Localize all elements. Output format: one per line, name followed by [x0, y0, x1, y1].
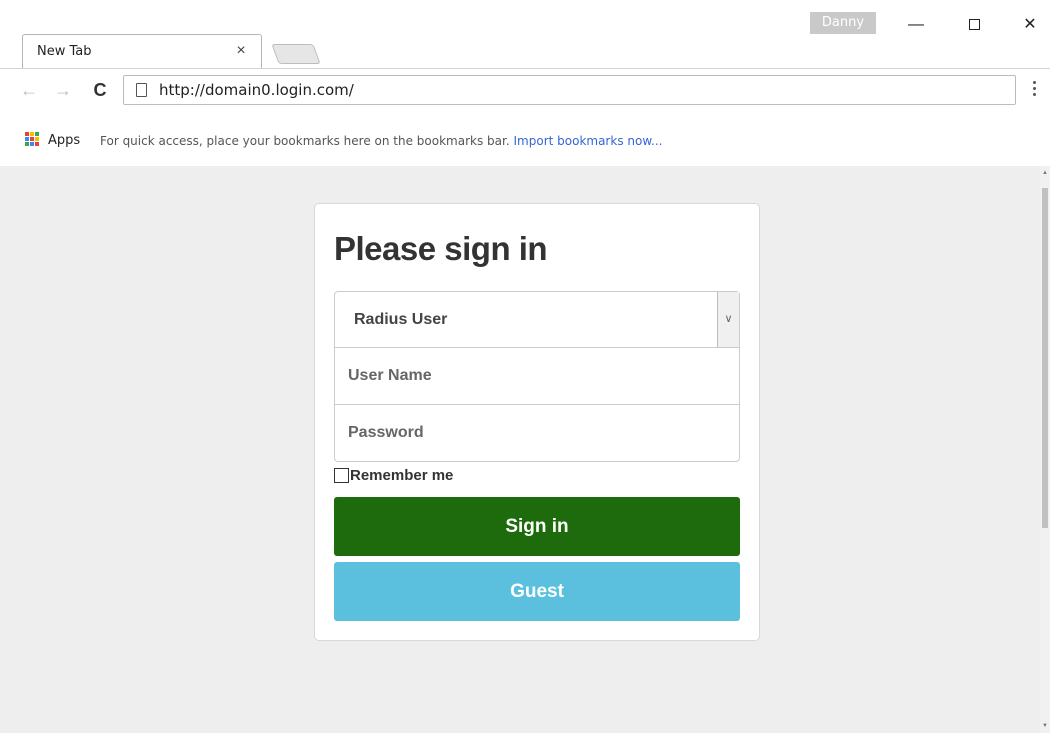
remember-me-checkbox[interactable] [334, 468, 349, 483]
remember-me[interactable]: Remember me [334, 467, 453, 484]
minimize-button[interactable]: — [896, 10, 936, 40]
maximize-icon [968, 19, 980, 31]
tab-close-icon[interactable]: × [233, 41, 249, 61]
account-type-select[interactable]: Radius User ∨ [334, 291, 740, 348]
remember-me-label: Remember me [350, 467, 454, 484]
login-form: Radius User ∨ [334, 291, 740, 462]
sign-in-button[interactable]: Sign in [334, 497, 740, 556]
menu-icon[interactable] [1032, 81, 1038, 101]
scroll-down-icon[interactable]: ▼ [1042, 723, 1048, 729]
guest-button[interactable]: Guest [334, 562, 740, 621]
url-text: http://domain0.login.com/ [159, 81, 354, 99]
bookmarks-hint: For quick access, place your bookmarks h… [100, 134, 663, 148]
vertical-scrollbar[interactable]: ▲ ▼ [1040, 166, 1050, 733]
tab-title: New Tab [37, 44, 92, 59]
username-input[interactable] [334, 348, 740, 405]
password-input[interactable] [334, 405, 740, 462]
browser-toolbar: ← → C http://domain0.login.com/ [0, 68, 1050, 114]
bookmarks-hint-text: For quick access, place your bookmarks h… [100, 134, 510, 148]
maximize-button[interactable] [954, 10, 994, 40]
apps-grid-icon[interactable] [25, 132, 39, 146]
import-bookmarks-link[interactable]: Import bookmarks now... [514, 134, 663, 148]
tab-new-tab[interactable]: New Tab × [22, 34, 262, 68]
page-content: Please sign in Radius User ∨ Remember me… [0, 166, 1040, 733]
browser-window: New Tab × Danny — ✕ ← → C http://domain0… [0, 0, 1050, 733]
profile-badge[interactable]: Danny [810, 12, 876, 34]
scroll-thumb[interactable] [1042, 188, 1048, 528]
close-window-button[interactable]: ✕ [1010, 10, 1050, 40]
page-title: Please sign in [334, 230, 548, 267]
forward-arrow-icon[interactable]: → [50, 77, 76, 103]
login-card: Please sign in Radius User ∨ Remember me… [314, 203, 760, 641]
address-bar[interactable]: http://domain0.login.com/ [123, 75, 1016, 105]
reload-icon[interactable]: C [87, 77, 113, 103]
title-bar: New Tab × Danny — ✕ [0, 0, 1050, 68]
chevron-down-icon[interactable]: ∨ [717, 292, 739, 347]
scroll-up-icon[interactable]: ▲ [1042, 170, 1048, 176]
back-arrow-icon[interactable]: ← [16, 77, 42, 103]
account-type-value: Radius User [354, 311, 448, 328]
bookmarks-bar: Apps For quick access, place your bookma… [0, 114, 1050, 166]
new-tab-button[interactable] [271, 44, 321, 64]
page-icon [136, 83, 147, 97]
apps-link[interactable]: Apps [48, 133, 80, 148]
